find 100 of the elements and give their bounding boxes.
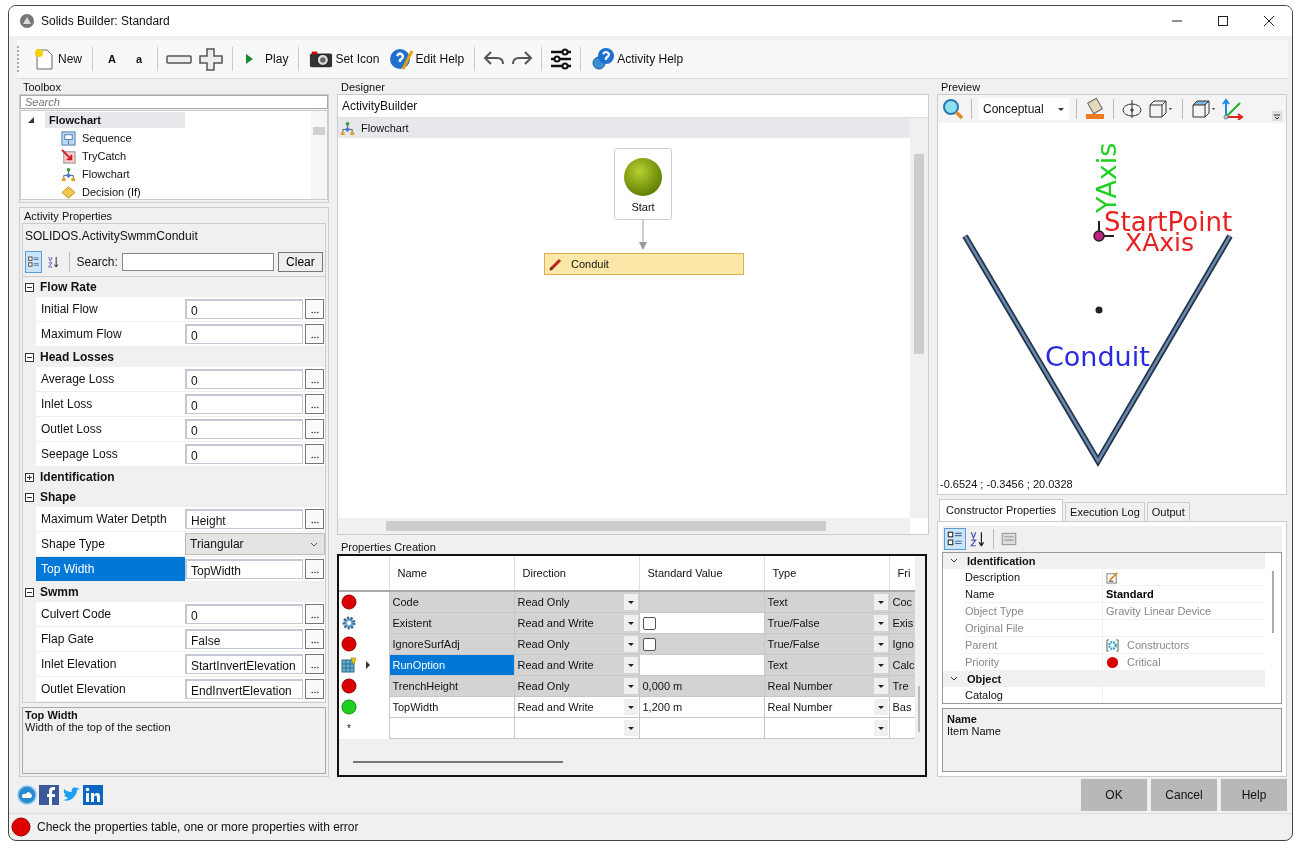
value-field[interactable]: 0 [185, 444, 303, 464]
ellipsis-button[interactable] [305, 299, 324, 319]
checkbox[interactable] [642, 637, 656, 651]
ellipsis-button[interactable] [305, 604, 324, 624]
search-field[interactable] [121, 253, 274, 271]
value-field[interactable]: 0 [185, 369, 303, 389]
property-name[interactable]: Average Loss [36, 367, 185, 391]
activity-node[interactable]: Conduit [544, 253, 744, 275]
toolbox-item[interactable]: Flowchart [82, 168, 130, 180]
ellipsis-button[interactable] [305, 679, 324, 699]
property-name[interactable]: Name [965, 588, 1102, 600]
shaded-cube-icon[interactable] [1190, 98, 1218, 120]
categorized-view-icon[interactable] [25, 251, 43, 273]
small-font-button[interactable]: a [127, 51, 151, 67]
property-name[interactable]: Culvert Code [36, 602, 185, 626]
activity-help-button[interactable]: Activity Help [588, 45, 687, 73]
bold-font-button[interactable]: A [100, 51, 124, 67]
table-cell[interactable] [639, 654, 764, 676]
collapse-toggle-icon[interactable] [25, 352, 34, 362]
property-name[interactable]: Maximum Water Detpth [36, 507, 185, 531]
axes-icon[interactable] [1222, 98, 1244, 120]
start-node[interactable]: Start [614, 148, 672, 220]
value-field[interactable]: 0 [185, 419, 303, 439]
table-cell[interactable] [639, 717, 764, 739]
plus-icon[interactable] [197, 47, 226, 71]
edit-help-button[interactable]: Edit Help [386, 45, 468, 73]
new-button[interactable]: New [29, 45, 85, 73]
toolbox-item[interactable]: TryCatch [82, 150, 127, 162]
collapse-toggle-icon[interactable] [25, 472, 34, 482]
expand-arrow-icon[interactable] [27, 116, 35, 124]
ellipsis-button[interactable] [305, 654, 324, 674]
dialog-button[interactable]: Cancel [1151, 779, 1217, 811]
search-icon[interactable] [942, 98, 964, 120]
property-name[interactable]: Maximum Flow [36, 322, 185, 346]
collapse-toggle-icon[interactable] [25, 587, 34, 597]
view-mode-dropdown[interactable]: Conceptual [979, 98, 1069, 120]
value-field[interactable]: StartInvertElevation [185, 654, 303, 674]
search-field[interactable]: Search [20, 95, 328, 109]
ellipsis-button[interactable] [305, 509, 324, 529]
value-field[interactable]: EndInvertElevation [185, 679, 303, 699]
ellipsis-button[interactable] [305, 444, 324, 464]
toolbox-item[interactable]: Sequence [82, 132, 132, 144]
dialog-button[interactable]: OK [1081, 779, 1147, 811]
set-icon-button[interactable]: Set Icon [306, 45, 383, 73]
ellipsis-button[interactable] [305, 559, 324, 579]
property-name[interactable]: Inlet Loss [36, 392, 185, 416]
tab[interactable]: Constructor Properties [939, 499, 1064, 521]
facebook-icon[interactable] [39, 785, 59, 805]
cloud-logo-icon[interactable] [17, 785, 37, 805]
value-field[interactable]: 0 [185, 604, 303, 624]
categorized-view-icon[interactable] [944, 528, 966, 550]
ellipsis-button[interactable] [305, 629, 324, 649]
play-button[interactable]: Play [240, 50, 292, 68]
dropdown-field[interactable]: Triangular [185, 533, 325, 555]
scrollbar[interactable] [910, 118, 928, 518]
clear-button[interactable]: Clear [277, 252, 323, 272]
property-name[interactable]: Catalog [965, 689, 1102, 701]
dropdown-cell[interactable] [764, 717, 889, 739]
table-cell[interactable] [389, 717, 514, 739]
property-value[interactable]: Standard [1106, 588, 1154, 600]
table-cell[interactable]: RunOption [389, 654, 514, 676]
ellipsis-button[interactable] [305, 419, 324, 439]
property-name[interactable]: Top Width [36, 557, 185, 581]
dialog-button[interactable]: Help [1221, 779, 1287, 811]
value-field[interactable]: TopWidth [185, 559, 303, 579]
ellipsis-button[interactable] [305, 369, 324, 389]
scrollbar[interactable] [311, 111, 327, 199]
collapse-toggle-icon[interactable] [25, 282, 34, 292]
value-field[interactable]: Height [185, 509, 303, 529]
table-cell[interactable]: Code [389, 591, 514, 613]
overflow-icon[interactable] [1272, 111, 1282, 121]
value-field[interactable]: 0 [185, 324, 303, 344]
property-name[interactable]: Seepage Loss [36, 442, 185, 466]
property-name[interactable]: Description [965, 571, 1102, 583]
orbit-icon[interactable] [1121, 98, 1143, 120]
property-name[interactable]: Inlet Elevation [36, 652, 185, 676]
table-cell[interactable]: IgnoreSurfAdj [389, 633, 514, 655]
paint-bucket-icon[interactable] [1084, 98, 1106, 120]
checkbox[interactable] [642, 616, 656, 630]
cube-dropdown-icon[interactable] [1147, 98, 1175, 120]
collapse-toggle-icon[interactable] [25, 492, 34, 502]
property-name[interactable]: Flap Gate [36, 627, 185, 651]
property-name[interactable]: Outlet Elevation [36, 677, 185, 701]
property-name[interactable]: Outlet Loss [36, 417, 185, 441]
dropdown-cell[interactable]: Real Number [764, 696, 889, 718]
dropdown-cell[interactable]: Read and Write [514, 696, 639, 718]
table-cell[interactable]: TopWidth [389, 696, 514, 718]
settings-sliders-icon[interactable] [549, 47, 574, 71]
ellipsis-button[interactable] [305, 394, 324, 414]
ellipsis-button[interactable] [305, 324, 324, 344]
dropdown-cell[interactable] [514, 717, 639, 739]
property-name[interactable]: Initial Flow [36, 297, 185, 321]
value-field[interactable]: False [185, 629, 303, 649]
value-field[interactable]: 0 [185, 299, 303, 319]
scrollbar[interactable] [338, 518, 910, 534]
linkedin-icon[interactable] [83, 785, 103, 805]
tree-category[interactable]: Flowchart [45, 112, 185, 128]
table-cell[interactable]: TrenchHeight [389, 675, 514, 697]
toolbox-item[interactable]: Decision (If) [82, 186, 141, 198]
property-name[interactable]: Shape Type [36, 532, 185, 556]
